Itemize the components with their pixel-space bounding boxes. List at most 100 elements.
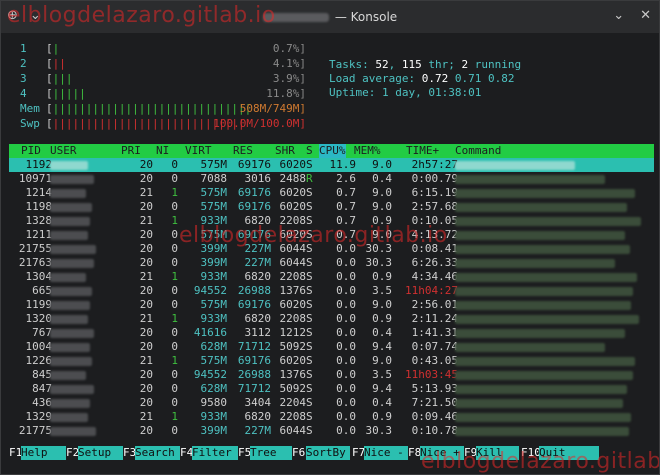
process-time: 0:08.41 bbox=[411, 242, 458, 255]
process-user-redacted bbox=[50, 287, 92, 296]
process-row[interactable]: 1226 21 1 575M 69176 6020 S 0.0 9.0 0:43.05 bbox=[9, 354, 654, 368]
col-time[interactable]: TIME+ bbox=[406, 144, 439, 158]
fkey-label-kill[interactable]: Kill bbox=[476, 446, 519, 460]
fkey-label-filter[interactable]: Filter bbox=[192, 446, 240, 460]
process-row[interactable]: 436 20 0 9580 3404 2204 S 0.0 0.4 7:21.50 bbox=[9, 396, 654, 410]
process-virt: 575M bbox=[200, 228, 228, 241]
window-title: — Konsole bbox=[1, 10, 659, 24]
process-time: 2:57.68 bbox=[411, 200, 458, 213]
process-row[interactable]: 1198 20 0 575M 69176 6020 S 0.7 9.0 2:57.68 bbox=[9, 200, 654, 214]
fkey-f6[interactable]: F6 bbox=[292, 446, 306, 460]
process-shr: 1376 bbox=[279, 284, 307, 297]
process-row[interactable]: 1320 21 1 933M 6820 2208 S 0.0 0.9 2:11.24 bbox=[9, 312, 654, 326]
process-time: 7:21.50 bbox=[411, 396, 458, 409]
fkey-label-nice[interactable]: Nice - bbox=[364, 446, 408, 460]
col-pid[interactable]: PID bbox=[21, 144, 41, 158]
process-pid: 1198 bbox=[25, 200, 53, 213]
load-15: 0.82 bbox=[487, 72, 515, 85]
process-pid: 1192 bbox=[25, 158, 53, 171]
process-user-redacted bbox=[50, 189, 86, 198]
process-row[interactable]: 1328 21 1 933M 6820 2208 S 0.7 0.9 0:10.05 bbox=[9, 214, 654, 228]
process-user-redacted bbox=[50, 427, 96, 436]
process-row[interactable]: 1214 21 1 575M 69176 6020 S 0.7 9.0 6:15.19 bbox=[9, 186, 654, 200]
process-row[interactable]: 10971 20 0 7088 3016 2488 R 2.6 0.4 0:00.79 bbox=[9, 172, 654, 186]
process-time: 0:07.74 bbox=[411, 340, 458, 353]
process-table-header: PID USER PRI NI VIRT RES SHR S CPU% MEM%… bbox=[9, 144, 654, 158]
col-command[interactable]: Command bbox=[455, 144, 501, 158]
cpu-meter-fill: ||||| bbox=[52, 87, 86, 100]
col-state[interactable]: S bbox=[306, 144, 313, 158]
process-row[interactable]: 1329 21 1 933M 6820 2208 S 0.0 0.9 0:09.46 bbox=[9, 410, 654, 424]
process-row[interactable]: 1199 20 0 575M 69176 6020 S 0.0 9.0 2:56.01 bbox=[9, 298, 654, 312]
process-mem: 9.4 bbox=[372, 340, 392, 353]
fkey-label-search[interactable]: Search bbox=[135, 446, 182, 460]
process-user-redacted bbox=[50, 273, 86, 282]
process-mem: 30.3 bbox=[365, 242, 393, 255]
process-ni: 0 bbox=[171, 256, 178, 269]
col-ni[interactable]: NI bbox=[156, 144, 169, 158]
fkey-label-tree[interactable]: Tree bbox=[250, 446, 292, 460]
fkey-label-quit[interactable]: Quit bbox=[539, 446, 599, 460]
process-ni: 0 bbox=[171, 382, 178, 395]
process-user-redacted bbox=[50, 203, 92, 212]
meter-open-bracket: [ bbox=[46, 57, 53, 70]
process-mem: 3.5 bbox=[372, 368, 392, 381]
process-command-redacted bbox=[455, 371, 633, 380]
col-res[interactable]: RES bbox=[233, 144, 253, 158]
process-pid: 21755 bbox=[18, 242, 52, 255]
process-virt: 9580 bbox=[200, 396, 228, 409]
process-res: 3016 bbox=[244, 172, 272, 185]
col-virt[interactable]: VIRT bbox=[185, 144, 212, 158]
process-row[interactable]: 21763 20 0 399M 227M 6044 S 0.0 30.3 6:26.33 bbox=[9, 256, 654, 270]
fkey-label-setup[interactable]: Setup bbox=[78, 446, 125, 460]
fkey-f10[interactable]: F10 bbox=[521, 446, 541, 460]
fkey-label-sortby[interactable]: SortBy bbox=[306, 446, 350, 460]
process-pid: 1214 bbox=[25, 186, 53, 199]
process-command-redacted bbox=[455, 287, 633, 296]
cpu-meter-fill: || bbox=[52, 57, 66, 70]
process-pri: 20 bbox=[139, 424, 153, 437]
process-ni: 1 bbox=[171, 214, 178, 227]
fkey-label-help[interactable]: Help bbox=[21, 446, 67, 460]
process-ni: 0 bbox=[171, 284, 178, 297]
htop-terminal[interactable]: 1 [| 0.7%] 2 [|| 4.1%] 3 [||| 3.9%] 4 [||||| 11.8%]… bbox=[9, 39, 654, 471]
col-cpu[interactable]: CPU% bbox=[319, 144, 346, 158]
process-mem: 0.9 bbox=[372, 312, 392, 325]
process-pri: 20 bbox=[139, 340, 153, 353]
process-mem: 0.9 bbox=[372, 270, 392, 283]
col-user[interactable]: USER bbox=[50, 144, 77, 158]
process-shr: 6044 bbox=[279, 242, 307, 255]
minimize-icon[interactable]: ⌄ bbox=[613, 8, 624, 23]
process-row[interactable]: 1211 20 0 575M 69176 6020 S 0.7 9.0 4:13.72 bbox=[9, 228, 654, 242]
col-shr[interactable]: SHR bbox=[275, 144, 295, 158]
mem-meter: Mem [|||||||||||||||||||||||||||||| 508M/7… bbox=[9, 102, 309, 117]
process-row[interactable]: 767 20 0 41616 3112 1212 S 0.0 0.4 1:41.31 bbox=[9, 326, 654, 340]
fkey-label-nice[interactable]: Nice + bbox=[420, 446, 464, 460]
process-res: 69176 bbox=[237, 354, 271, 367]
process-virt: 94552 bbox=[193, 284, 227, 297]
close-icon[interactable]: ✕ bbox=[640, 8, 651, 23]
process-list: 1192 20 0 575M 69176 6020 S 11.9 9.0 2h57:27 10971… bbox=[9, 158, 654, 438]
process-virt: 575M bbox=[200, 298, 228, 311]
process-res: 71712 bbox=[237, 340, 271, 353]
process-cpu: 2.6 bbox=[336, 172, 356, 185]
process-res: 69176 bbox=[237, 298, 271, 311]
col-mem[interactable]: MEM% bbox=[354, 144, 381, 158]
process-row[interactable]: 21775 20 0 399M 227M 6044 S 0.0 30.3 0:10.78 bbox=[9, 424, 654, 438]
process-virt: 933M bbox=[200, 312, 228, 325]
process-row[interactable]: 847 20 0 628M 71712 5092 S 0.0 9.4 5:13.93 bbox=[9, 382, 654, 396]
process-res: 69176 bbox=[237, 158, 271, 171]
process-time: 6:26.33 bbox=[411, 256, 458, 269]
process-shr: 6020 bbox=[279, 186, 307, 199]
process-state: S bbox=[306, 326, 313, 339]
process-command-redacted bbox=[455, 273, 637, 282]
process-row[interactable]: 1004 20 0 628M 71712 5092 S 0.0 9.4 0:07.74 bbox=[9, 340, 654, 354]
process-row[interactable]: 1192 20 0 575M 69176 6020 S 11.9 9.0 2h57:27 bbox=[9, 158, 654, 172]
process-virt: 933M bbox=[200, 410, 228, 423]
col-pri[interactable]: PRI bbox=[121, 144, 141, 158]
process-row[interactable]: 21755 20 0 399M 227M 6044 S 0.0 30.3 0:08.41 bbox=[9, 242, 654, 256]
process-user-redacted bbox=[50, 175, 94, 184]
process-row[interactable]: 845 20 0 94552 26988 1376 S 0.0 3.5 11h03:45 bbox=[9, 368, 654, 382]
process-row[interactable]: 665 20 0 94552 26988 1376 S 0.0 3.5 11h04:27 bbox=[9, 284, 654, 298]
process-row[interactable]: 1304 21 1 933M 6820 2208 S 0.0 0.9 4:34.46 bbox=[9, 270, 654, 284]
